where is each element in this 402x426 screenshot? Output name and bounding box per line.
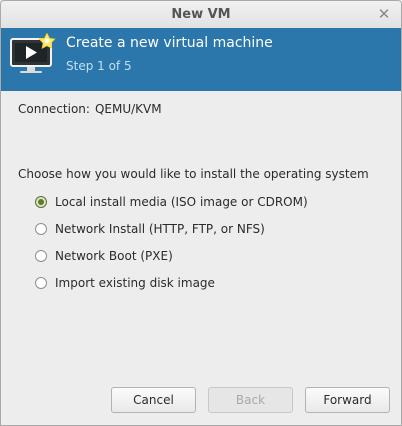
radio-local-install-media[interactable] <box>35 196 47 208</box>
window-title: New VM <box>171 7 231 22</box>
radio-import-disk-image[interactable] <box>35 277 47 289</box>
cancel-button[interactable]: Cancel <box>111 387 196 413</box>
option-label: Network Install (HTTP, FTP, or NFS) <box>55 222 265 236</box>
close-icon[interactable]: ✕ <box>376 6 392 22</box>
radio-network-boot[interactable] <box>35 250 47 262</box>
radio-network-install[interactable] <box>35 223 47 235</box>
install-method-prompt: Choose how you would like to install the… <box>18 167 369 181</box>
option-label: Import existing disk image <box>55 276 215 290</box>
option-local-install-media[interactable]: Local install media (ISO image or CDROM) <box>35 194 308 210</box>
connection-value: QEMU/KVM <box>94 102 162 116</box>
forward-button[interactable]: Forward <box>305 387 390 413</box>
back-button[interactable]: Back <box>208 387 293 413</box>
step-indicator: Step 1 of 5 <box>66 59 132 73</box>
connection-row: Connection: QEMU/KVM <box>18 102 162 116</box>
titlebar[interactable]: New VM ✕ <box>1 1 401 29</box>
new-vm-dialog: New VM ✕ Create a new virtual machine St… <box>0 0 402 426</box>
header-banner: Create a new virtual machine Step 1 of 5 <box>1 28 401 91</box>
monitor-with-star-icon <box>10 33 56 73</box>
connection-label: Connection: <box>18 102 90 116</box>
option-import-disk-image[interactable]: Import existing disk image <box>35 275 215 291</box>
option-label: Network Boot (PXE) <box>55 249 173 263</box>
option-network-boot[interactable]: Network Boot (PXE) <box>35 248 173 264</box>
option-label: Local install media (ISO image or CDROM) <box>55 195 308 209</box>
option-network-install[interactable]: Network Install (HTTP, FTP, or NFS) <box>35 221 265 237</box>
banner-title: Create a new virtual machine <box>66 35 273 51</box>
